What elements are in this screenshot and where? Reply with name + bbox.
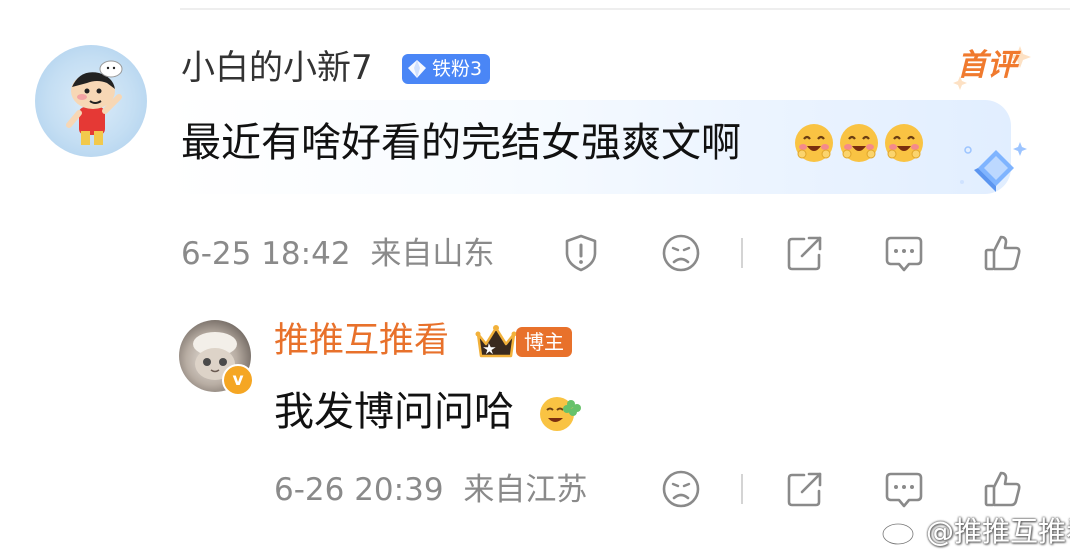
commenter-username[interactable]: 小白的小新7	[181, 48, 373, 88]
frown-face-icon	[662, 234, 700, 272]
reply-text: 我发博问问哈	[274, 389, 514, 435]
reply-share-button[interactable]	[783, 467, 827, 511]
shield-alert-icon	[565, 234, 597, 272]
share-button[interactable]	[783, 231, 827, 275]
comment-location: 来自山东	[370, 236, 495, 272]
diamond-sparkle-decoration-icon	[960, 142, 1027, 192]
fan-badge-label: 铁粉3	[432, 58, 483, 80]
thumbs-up-icon	[984, 471, 1021, 507]
first-comment-badge: 首评	[952, 42, 1032, 92]
fan-level-badge[interactable]: 铁粉3	[402, 54, 491, 84]
clover-smile-emoji-icon	[540, 397, 581, 431]
dislike-button[interactable]	[659, 231, 703, 275]
watermark-text: @推推互推看	[926, 515, 1070, 548]
diamond-icon	[408, 60, 426, 78]
reply-comment-button[interactable]	[882, 467, 926, 511]
comment-timestamp: 6-25 18:42	[181, 236, 351, 272]
reply-location: 来自江苏	[463, 472, 588, 508]
comment-bubble-icon	[885, 236, 923, 272]
reply-like-button[interactable]	[981, 467, 1025, 511]
like-button[interactable]	[981, 231, 1025, 275]
reply-dislike-button[interactable]	[659, 467, 703, 511]
laughing-blush-emoji-icon	[840, 124, 878, 162]
reply-button[interactable]	[882, 231, 926, 275]
weibo-watermark: @推推互推看	[880, 510, 1070, 550]
comment-meta: 6-25 18:42 来自山东	[181, 236, 494, 272]
thumbs-up-icon	[984, 235, 1021, 271]
action-divider	[741, 474, 743, 504]
comment-text: 最近有啥好看的完结女强爽文啊	[181, 120, 741, 166]
crown-icon	[475, 325, 517, 358]
report-button[interactable]	[559, 231, 603, 275]
top-divider	[180, 8, 1070, 10]
comment-emoji-group	[793, 122, 925, 164]
share-arrow-icon	[787, 236, 822, 271]
verified-badge: v	[222, 364, 254, 396]
share-arrow-icon	[787, 472, 822, 507]
blogger-host-badge: 博主	[516, 327, 572, 357]
laughing-blush-emoji-icon	[795, 124, 833, 162]
cartoon-avatar-icon	[66, 60, 123, 145]
action-divider	[741, 238, 743, 268]
replier-username[interactable]: 推推互推看	[274, 320, 449, 362]
weibo-logo-icon	[881, 516, 919, 546]
laughing-blush-emoji-icon	[885, 124, 923, 162]
reply-meta: 6-26 20:39 来自江苏	[274, 472, 587, 508]
reply-timestamp: 6-26 20:39	[274, 472, 444, 508]
avatar[interactable]	[35, 45, 147, 157]
comment-bubble-icon	[885, 472, 923, 508]
first-comment-label: 首评	[957, 48, 1017, 83]
frown-face-icon	[662, 470, 700, 508]
